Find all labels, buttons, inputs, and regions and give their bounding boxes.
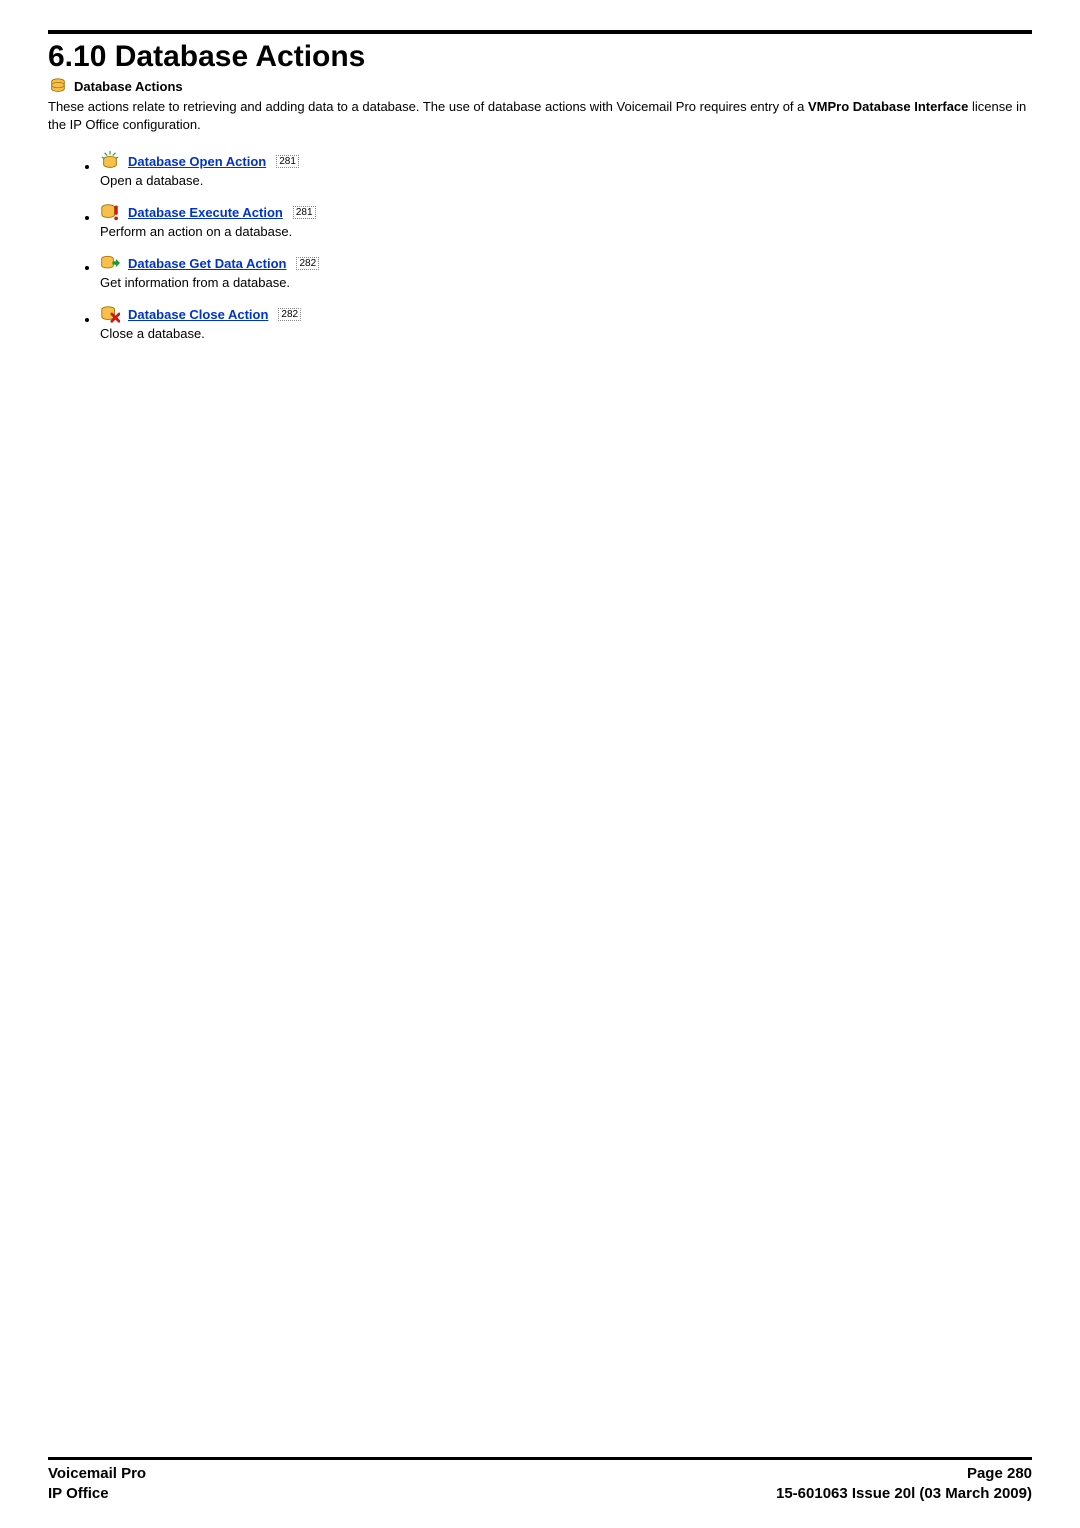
page-footer: Voicemail Pro IP Office Page 280 15-6010… — [48, 1457, 1032, 1505]
database-close-link[interactable]: Database Close Action — [128, 307, 268, 322]
footer-left-line1: Voicemail Pro — [48, 1464, 146, 1484]
footer-rule — [48, 1457, 1032, 1460]
database-open-link[interactable]: Database Open Action — [128, 154, 266, 169]
footer-left-line2: IP Office — [48, 1484, 146, 1504]
page-title: 6.10 Database Actions — [48, 40, 1032, 74]
intro-text: These actions relate to retrieving and a… — [48, 98, 1032, 133]
database-get-data-link[interactable]: Database Get Data Action — [128, 256, 286, 271]
item-description: Perform an action on a database. — [100, 224, 1032, 239]
database-get-data-icon — [100, 253, 120, 273]
database-close-icon — [100, 304, 120, 324]
page-ref: 281 — [276, 155, 299, 168]
section-heading-text: Database Actions — [74, 79, 183, 94]
database-icon — [48, 76, 68, 96]
database-execute-link[interactable]: Database Execute Action — [128, 205, 283, 220]
top-rule — [48, 30, 1032, 34]
page-ref: 282 — [278, 308, 301, 321]
page-ref: 282 — [296, 257, 319, 270]
item-description: Close a database. — [100, 326, 1032, 341]
list-item: Database Execute Action 281 Perform an a… — [100, 202, 1032, 239]
item-description: Open a database. — [100, 173, 1032, 188]
list-item: Database Open Action 281 Open a database… — [100, 151, 1032, 188]
item-description: Get information from a database. — [100, 275, 1032, 290]
database-open-icon — [100, 151, 120, 171]
footer-right-line2: 15-601063 Issue 20l (03 March 2009) — [776, 1484, 1032, 1504]
list-item: Database Close Action 282 Close a databa… — [100, 304, 1032, 341]
database-execute-icon — [100, 202, 120, 222]
list-item: Database Get Data Action 282 Get informa… — [100, 253, 1032, 290]
footer-right-line1: Page 280 — [776, 1464, 1032, 1484]
section-heading: Database Actions — [48, 76, 1032, 96]
page-ref: 281 — [293, 206, 316, 219]
